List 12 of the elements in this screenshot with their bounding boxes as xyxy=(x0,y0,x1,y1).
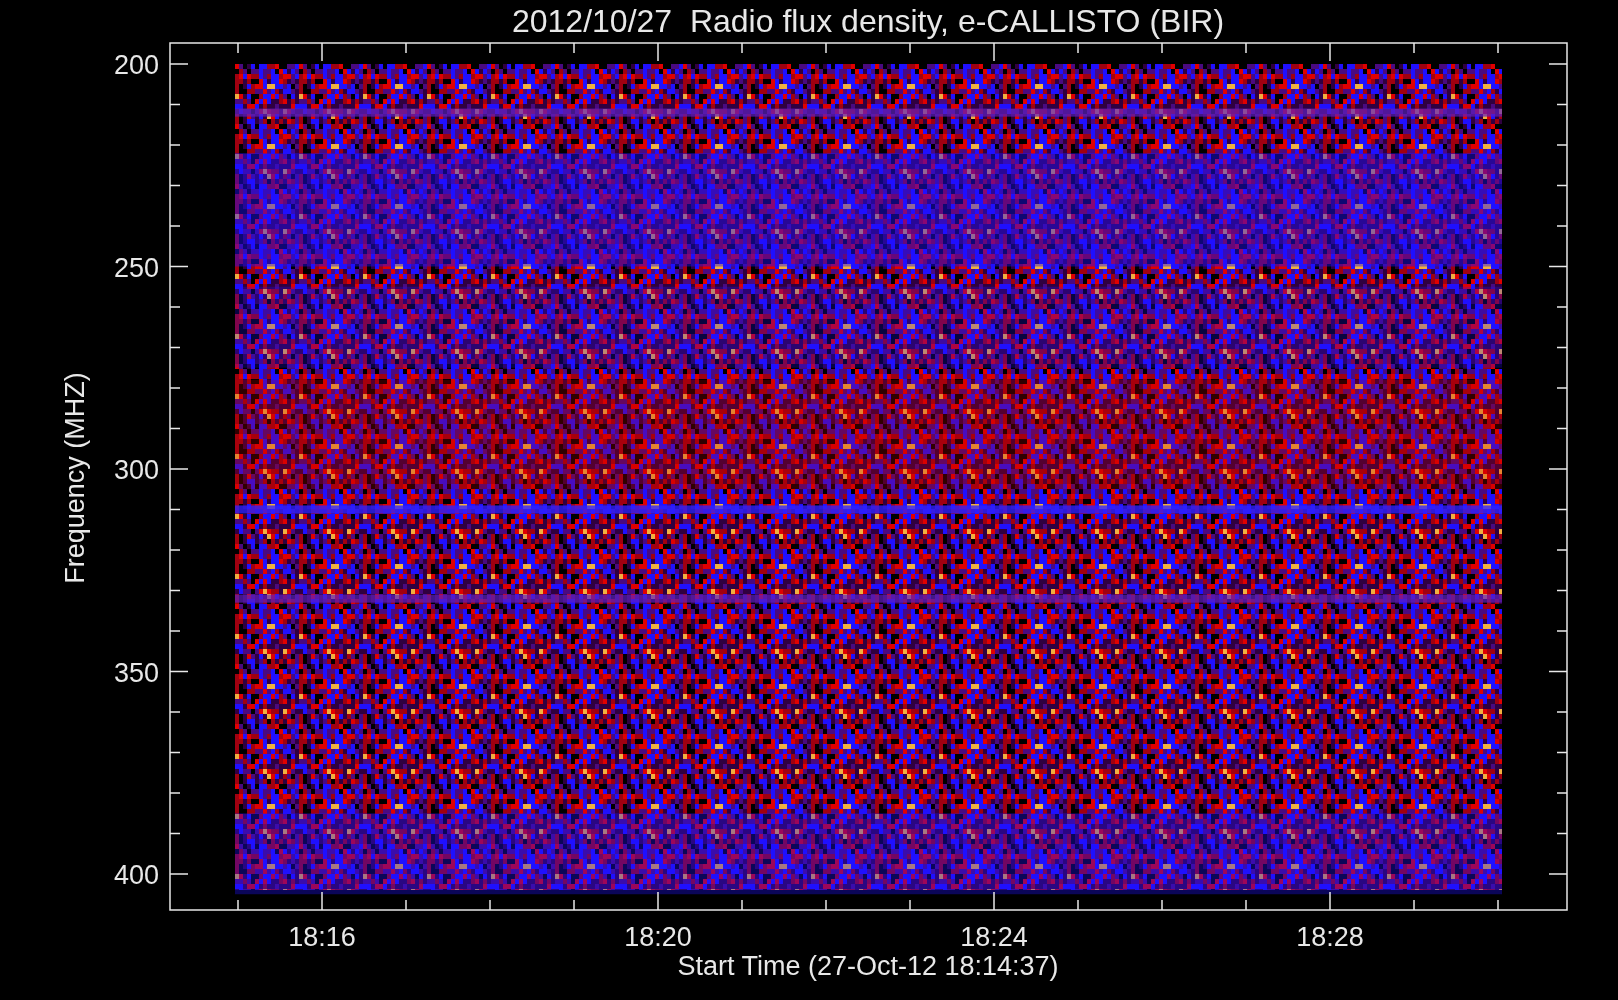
y-tick-label: 250 xyxy=(113,252,159,283)
x-tick-label: 18:16 xyxy=(288,922,356,952)
y-tick-label: 350 xyxy=(113,657,159,688)
y-tick-label: 400 xyxy=(113,860,159,890)
x-axis-label: Start Time (27-Oct-12 18:14:37) xyxy=(677,951,1059,981)
chart-title: 2012/10/27 Radio flux density, e-CALLISTO (BIR) xyxy=(511,3,1225,39)
x-tick-label: 18:20 xyxy=(624,922,692,952)
y-tick-label: 200 xyxy=(113,50,159,80)
x-tick-label: 18:28 xyxy=(1296,922,1364,952)
x-tick-label: 18:24 xyxy=(960,922,1028,952)
y-axis-label: Frequency (MHZ) xyxy=(60,372,90,584)
y-tick-label: 300 xyxy=(113,455,159,485)
